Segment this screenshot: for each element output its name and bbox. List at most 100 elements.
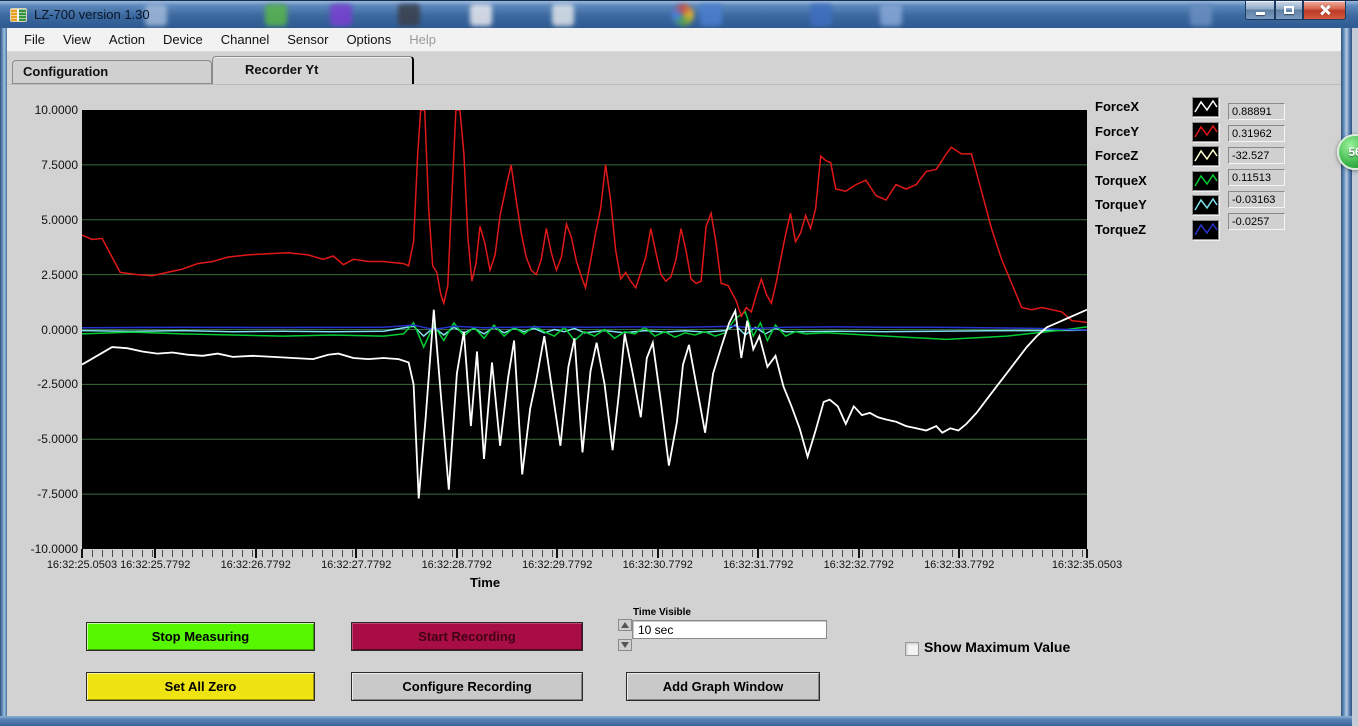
- close-button[interactable]: [1303, 1, 1346, 20]
- x-major-tick: [154, 549, 156, 558]
- chart-svg: [82, 110, 1087, 549]
- series-forcex: [82, 310, 1087, 499]
- legend-line-sample-forcez[interactable]: [1192, 146, 1219, 166]
- x-tick-label: 16:32:32.7792: [804, 559, 914, 571]
- x-major-tick: [255, 549, 257, 558]
- x-tick-label: 16:32:30.7792: [603, 559, 713, 571]
- menu-item-options[interactable]: Options: [337, 28, 400, 51]
- y-tick-label: 10.0000: [20, 103, 78, 117]
- x-tick-label: 16:32:25.7792: [100, 559, 210, 571]
- time-visible-decrement-icon[interactable]: [618, 639, 632, 651]
- desktop-icon-blur: [470, 4, 492, 26]
- time-visible-label: Time Visible: [633, 607, 691, 618]
- legend-zigzag-icon: [1193, 98, 1218, 116]
- y-tick-label: -10.0000: [20, 542, 78, 556]
- desktop-icon-blur: [552, 4, 574, 26]
- plot-canvas[interactable]: [82, 110, 1087, 549]
- legend-label-torquez: TorqueZ: [1095, 222, 1187, 237]
- x-major-tick: [1086, 549, 1088, 558]
- legend-line-sample-torquex[interactable]: [1192, 171, 1219, 191]
- y-tick-label: -5.0000: [20, 432, 78, 446]
- stop-measuring-button[interactable]: Stop Measuring: [86, 622, 315, 651]
- legend-line-sample-torquez[interactable]: [1192, 220, 1219, 240]
- x-axis-title: Time: [455, 575, 515, 590]
- x-major-tick: [81, 549, 83, 558]
- legend-label-forcex: ForceX: [1095, 99, 1187, 114]
- legend-value-forcey: 0.31962: [1228, 125, 1285, 142]
- desktop-icon-blur: [880, 4, 902, 26]
- set-all-zero-button[interactable]: Set All Zero: [86, 672, 315, 701]
- menu-item-channel[interactable]: Channel: [212, 28, 278, 51]
- desktop-icon-blur: [265, 4, 287, 26]
- x-major-tick: [355, 549, 357, 558]
- y-tick-label: -2.5000: [20, 377, 78, 391]
- legend-line-sample-forcey[interactable]: [1192, 122, 1219, 142]
- x-axis-minor-ticks: [82, 550, 1087, 557]
- legend-zigzag-icon: [1193, 147, 1218, 165]
- legend-zigzag-icon: [1193, 221, 1218, 239]
- x-tick-label: 16:32:31.7792: [703, 559, 813, 571]
- legend-label-forcez: ForceZ: [1095, 148, 1187, 163]
- minimize-button[interactable]: [1245, 1, 1275, 20]
- desktop-icon-blur: [672, 4, 694, 26]
- window-border-right: [1341, 28, 1352, 716]
- x-major-tick: [456, 549, 458, 558]
- window-controls: [1245, 1, 1346, 20]
- legend-value-forcex: 0.88891: [1228, 103, 1285, 120]
- x-tick-label: 16:32:28.7792: [402, 559, 512, 571]
- start-recording-button[interactable]: Start Recording: [351, 622, 583, 651]
- legend-zigzag-icon: [1193, 172, 1218, 190]
- tab-underline: [7, 84, 1341, 85]
- menu-item-device[interactable]: Device: [154, 28, 212, 51]
- legend-label-torquey: TorqueY: [1095, 197, 1187, 212]
- window-title: LZ-700 version 1.30: [34, 7, 150, 22]
- series-forcey: [82, 110, 1087, 323]
- y-tick-label: 5.0000: [20, 213, 78, 227]
- legend-label-forcey: ForceY: [1095, 124, 1187, 139]
- app-window: LZ-700 version 1.30 FileViewActionDevice…: [0, 0, 1358, 726]
- show-maximum-label: Show Maximum Value: [924, 639, 1070, 655]
- legend-value-forcez: -32.527: [1228, 147, 1285, 164]
- x-tick-label: 16:32:26.7792: [201, 559, 311, 571]
- x-major-tick: [757, 549, 759, 558]
- legend-value-torquez: -0.0257: [1228, 213, 1285, 230]
- menu-item-help[interactable]: Help: [400, 28, 445, 51]
- desktop-icon-blur: [700, 4, 722, 26]
- menu-item-view[interactable]: View: [54, 28, 100, 51]
- legend-zigzag-icon: [1193, 196, 1218, 214]
- legend-label-torquex: TorqueX: [1095, 173, 1187, 188]
- titlebar[interactable]: LZ-700 version 1.30: [0, 0, 1358, 28]
- configure-recording-button[interactable]: Configure Recording: [351, 672, 583, 701]
- desktop-icon-blur: [810, 4, 832, 26]
- desktop-icon-blur: [1190, 4, 1212, 26]
- legend-line-sample-torquey[interactable]: [1192, 195, 1219, 215]
- y-tick-label: 0.0000: [20, 323, 78, 337]
- time-visible-input[interactable]: [632, 620, 827, 639]
- legend-line-sample-forcex[interactable]: [1192, 97, 1219, 117]
- show-maximum-checkbox[interactable]: [905, 642, 919, 656]
- menu-item-action[interactable]: Action: [100, 28, 154, 51]
- window-border-bottom: [0, 716, 1358, 726]
- y-tick-label: -7.5000: [20, 487, 78, 501]
- maximize-button[interactable]: [1275, 1, 1303, 20]
- menu-item-file[interactable]: File: [15, 28, 54, 51]
- add-graph-window-button[interactable]: Add Graph Window: [626, 672, 820, 701]
- x-tick-label: 16:32:29.7792: [502, 559, 612, 571]
- legend-value-torquex: 0.11513: [1228, 169, 1285, 186]
- desktop-edge: [1352, 28, 1358, 726]
- x-major-tick: [657, 549, 659, 558]
- x-major-tick: [958, 549, 960, 558]
- legend-zigzag-icon: [1193, 123, 1218, 141]
- x-major-tick: [858, 549, 860, 558]
- app-logo-icon: [10, 8, 27, 22]
- time-visible-increment-icon[interactable]: [618, 619, 632, 631]
- y-tick-label: 7.5000: [20, 158, 78, 172]
- tab-recorder-yt[interactable]: Recorder Yt: [212, 56, 414, 84]
- x-tick-label: 16:32:35.0503: [1032, 559, 1142, 571]
- x-tick-label: 16:32:33.7792: [904, 559, 1014, 571]
- x-major-tick: [556, 549, 558, 558]
- menu-bar: FileViewActionDeviceChannelSensorOptions…: [7, 28, 1341, 52]
- menu-item-sensor[interactable]: Sensor: [278, 28, 337, 51]
- y-tick-label: 2.5000: [20, 268, 78, 282]
- tab-configuration[interactable]: Configuration: [12, 60, 212, 84]
